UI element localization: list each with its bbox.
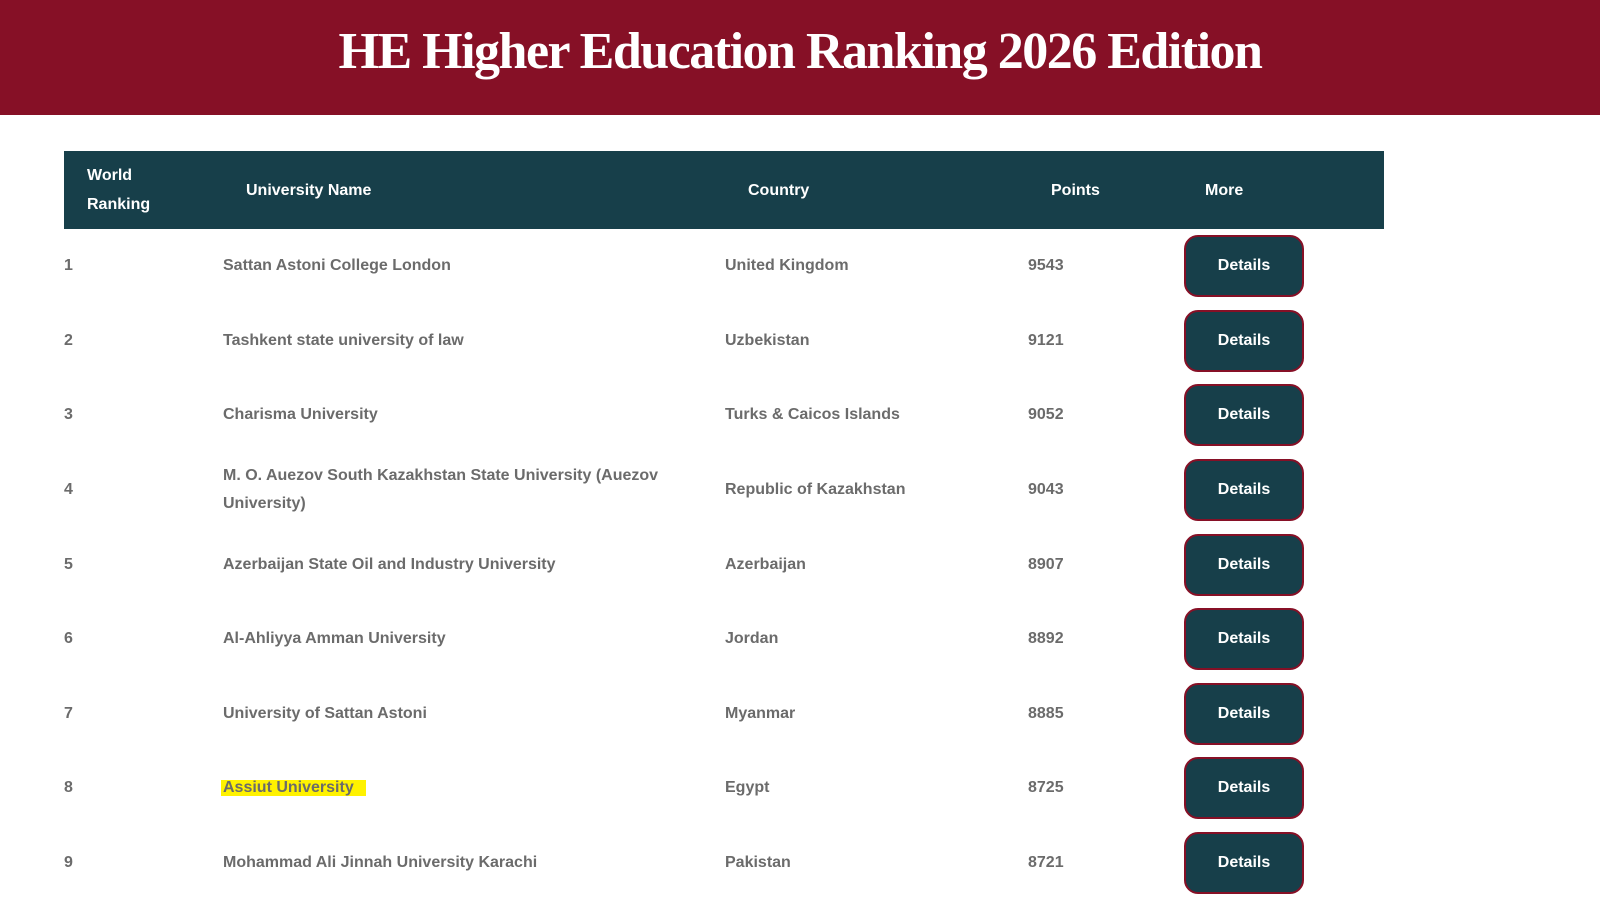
points-cell: 8885 <box>1028 704 1064 722</box>
column-header-university-name: University Name <box>246 181 372 199</box>
table-row: 8 Assiut University Egypt 8725 Details <box>64 751 1384 826</box>
details-button[interactable]: Details <box>1184 235 1304 298</box>
column-header-country: Country <box>748 181 810 199</box>
column-header-world-ranking: World Ranking <box>87 151 207 229</box>
table-row: 7 University of Sattan Astoni Myanmar 88… <box>64 677 1384 752</box>
more-cell: Details <box>1184 602 1304 677</box>
rank-cell: 8 <box>64 779 73 797</box>
table-row: 1 Sattan Astoni College London United Ki… <box>64 229 1384 304</box>
ranking-table: World Ranking University Name Country Po… <box>64 151 1384 900</box>
more-cell: Details <box>1184 378 1304 453</box>
details-button[interactable]: Details <box>1184 682 1304 745</box>
rank-cell: 6 <box>64 630 73 648</box>
more-cell: Details <box>1184 229 1304 304</box>
university-name-cell: Assiut University <box>221 751 683 826</box>
more-cell: Details <box>1184 527 1304 602</box>
points-cell: 8907 <box>1028 555 1064 573</box>
table-row: 5 Azerbaijan State Oil and Industry Univ… <box>64 527 1384 602</box>
university-name-cell: Sattan Astoni College London <box>223 257 451 275</box>
university-name-cell: Mohammad Ali Jinnah University Karachi <box>223 854 538 872</box>
column-header-points: Points <box>1051 181 1100 199</box>
column-header-more: More <box>1205 181 1244 199</box>
page-header: HE Higher Education Ranking 2026 Edition <box>0 0 1600 115</box>
points-cell: 9043 <box>1028 481 1064 499</box>
details-button[interactable]: Details <box>1184 757 1304 820</box>
details-button[interactable]: Details <box>1184 533 1304 596</box>
details-button[interactable]: Details <box>1184 309 1304 372</box>
rank-cell: 9 <box>64 854 73 872</box>
table-row: 9 Mohammad Ali Jinnah University Karachi… <box>64 826 1384 900</box>
country-cell: Myanmar <box>725 704 796 722</box>
country-cell: Republic of Kazakhstan <box>725 481 906 499</box>
table-row: 6 Al-Ahliyya Amman University Jordan 889… <box>64 602 1384 677</box>
country-cell: Egypt <box>725 779 770 797</box>
university-name-cell: Al-Ahliyya Amman University <box>223 630 446 648</box>
table-row: 4 M. O. Auezov South Kazakhstan State Un… <box>64 453 1384 528</box>
country-cell: United Kingdom <box>725 257 849 275</box>
page-title: HE Higher Education Ranking 2026 Edition <box>338 23 1263 80</box>
table-row: 2 Tashkent state university of law Uzbek… <box>64 304 1384 379</box>
points-cell: 9121 <box>1028 331 1064 349</box>
country-cell: Pakistan <box>725 854 791 872</box>
points-cell: 8721 <box>1028 854 1064 872</box>
country-cell: Jordan <box>725 630 779 648</box>
points-cell: 8892 <box>1028 630 1064 648</box>
rank-cell: 2 <box>64 331 73 349</box>
more-cell: Details <box>1184 677 1304 752</box>
table-body: 1 Sattan Astoni College London United Ki… <box>64 229 1384 900</box>
more-cell: Details <box>1184 826 1304 900</box>
more-cell: Details <box>1184 304 1304 379</box>
points-cell: 9052 <box>1028 406 1064 424</box>
points-cell: 9543 <box>1028 257 1064 275</box>
table-header: World Ranking University Name Country Po… <box>64 151 1384 229</box>
column-header-rank-line1: World <box>87 167 133 184</box>
table-row: 3 Charisma University Turks & Caicos Isl… <box>64 378 1384 453</box>
rank-cell: 1 <box>64 257 73 275</box>
university-name-cell: Tashkent state university of law <box>223 331 464 349</box>
rank-cell: 3 <box>64 406 73 424</box>
university-name-cell: Charisma University <box>223 406 378 424</box>
more-cell: Details <box>1184 751 1304 826</box>
column-header-rank-line2: Ranking <box>87 196 151 213</box>
rank-cell: 5 <box>64 555 73 573</box>
country-cell: Turks & Caicos Islands <box>725 406 900 424</box>
university-name-cell: M. O. Auezov South Kazakhstan State Univ… <box>223 467 659 513</box>
rank-cell: 4 <box>64 481 73 499</box>
university-name-cell: Azerbaijan State Oil and Industry Univer… <box>223 555 556 573</box>
country-cell: Uzbekistan <box>725 331 810 349</box>
points-cell: 8725 <box>1028 779 1064 797</box>
more-cell: Details <box>1184 453 1304 528</box>
highlighted-university-name: Assiut University <box>221 780 366 797</box>
country-cell: Azerbaijan <box>725 555 806 573</box>
details-button[interactable]: Details <box>1184 384 1304 447</box>
university-name-cell: University of Sattan Astoni <box>223 704 427 722</box>
details-button[interactable]: Details <box>1184 608 1304 671</box>
details-button[interactable]: Details <box>1184 459 1304 522</box>
rank-cell: 7 <box>64 704 73 722</box>
details-button[interactable]: Details <box>1184 832 1304 895</box>
